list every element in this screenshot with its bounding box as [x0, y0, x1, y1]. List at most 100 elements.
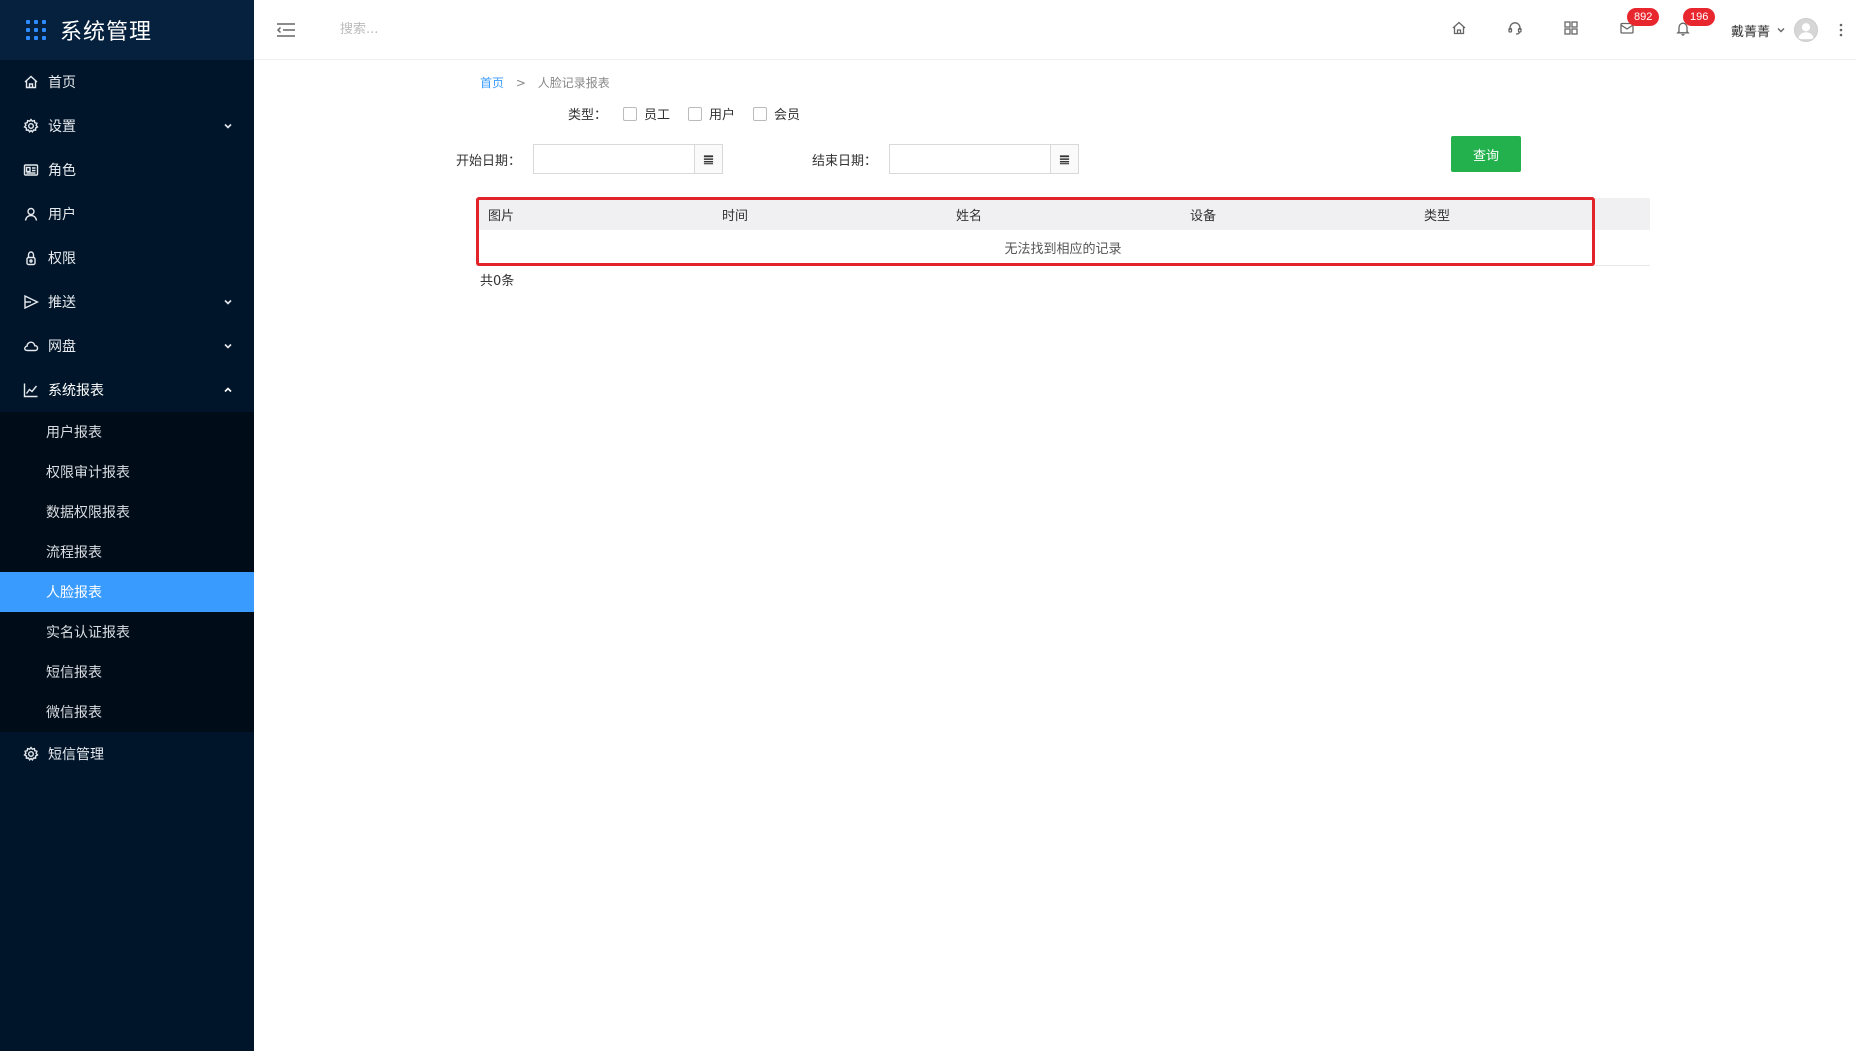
type-employee-checkbox[interactable]: 员工 — [623, 104, 670, 123]
sidebar-item-sms-management[interactable]: 短信管理 — [0, 732, 254, 776]
sidebar-subitem-face-report[interactable]: 人脸报表 — [0, 572, 254, 612]
chevron-down-icon — [222, 296, 234, 308]
column-header-type[interactable]: 类型 — [1412, 205, 1646, 224]
sidebar-item-users[interactable]: 用户 — [0, 192, 254, 236]
notifications-badge: 196 — [1682, 8, 1716, 26]
system-reports-submenu: 用户报表 权限审计报表 数据权限报表 流程报表 人脸报表 实名认证报表 短信报表… — [0, 412, 254, 732]
avatar[interactable] — [1794, 18, 1818, 42]
top-header: 892 196 戴菁菁 — [254, 0, 1856, 60]
home-icon — [22, 73, 40, 91]
type-member-checkbox[interactable]: 会员 — [753, 104, 800, 123]
sidebar-subitem-user-report[interactable]: 用户报表 — [0, 412, 254, 452]
lock-icon — [22, 249, 40, 267]
home-button[interactable] — [1431, 0, 1487, 60]
chevron-up-icon — [222, 384, 234, 396]
checkbox-label: 会员 — [774, 108, 801, 123]
sidebar-item-label: 用户 — [48, 207, 76, 223]
grid-icon — [1563, 20, 1579, 40]
checkbox-box[interactable] — [623, 106, 638, 121]
more-vertical-icon[interactable] — [1826, 0, 1856, 60]
menu-toggle-icon[interactable] — [276, 22, 296, 38]
type-user-checkbox[interactable]: 用户 — [688, 104, 735, 123]
send-icon — [22, 293, 40, 311]
checkbox-label: 员工 — [644, 108, 671, 123]
end-date-label: 结束日期： — [812, 153, 878, 169]
sidebar-subitem-data-permission-report[interactable]: 数据权限报表 — [0, 492, 254, 532]
column-header-time[interactable]: 时间 — [710, 205, 944, 224]
apps-button[interactable] — [1543, 0, 1599, 60]
search-input[interactable] — [340, 22, 540, 37]
chevron-down-icon — [222, 120, 234, 132]
sidebar-subitem-permission-audit-report[interactable]: 权限审计报表 — [0, 452, 254, 492]
checkbox-label: 用户 — [709, 108, 736, 123]
sidebar-item-permissions[interactable]: 权限 — [0, 236, 254, 280]
sidebar-item-netdisk[interactable]: 网盘 — [0, 324, 254, 368]
sidebar-subitem-sms-report[interactable]: 短信报表 — [0, 652, 254, 692]
home-icon — [1451, 20, 1467, 40]
sidebar-item-label: 设置 — [48, 119, 76, 135]
start-date-label: 开始日期： — [456, 153, 522, 169]
sidebar-item-label: 短信管理 — [48, 747, 104, 763]
sidebar-item-label: 推送 — [48, 295, 76, 311]
sidebar-subitem-workflow-report[interactable]: 流程报表 — [0, 532, 254, 572]
sidebar-item-system-reports[interactable]: 系统报表 — [0, 368, 254, 412]
calendar-icon[interactable] — [1050, 145, 1079, 173]
sidebar-item-label: 角色 — [48, 163, 76, 179]
breadcrumb-current: 人脸记录报表 — [537, 76, 610, 90]
sidebar-item-settings[interactable]: 设置 — [0, 104, 254, 148]
gear-icon — [22, 117, 40, 135]
end-date-field — [889, 144, 1080, 174]
sidebar-subitem-realname-report[interactable]: 实名认证报表 — [0, 612, 254, 652]
gear-icon — [22, 745, 40, 763]
messages-button[interactable]: 892 — [1599, 0, 1660, 60]
type-filter: 类型： 员工 用户 会员 — [568, 104, 818, 123]
sidebar-item-label: 首页 — [48, 75, 76, 91]
sidebar-item-roles[interactable]: 角色 — [0, 148, 254, 192]
user-name[interactable]: 戴菁菁 — [1731, 21, 1770, 40]
calendar-icon[interactable] — [694, 145, 723, 173]
column-header-image[interactable]: 图片 — [476, 205, 710, 224]
sidebar-item-label: 权限 — [48, 251, 76, 267]
end-date-filter: 结束日期： — [812, 144, 1080, 174]
sidebar-menu: 首页 设置 角色 用户 权限 推送 网盘 系统报表 — [0, 60, 254, 412]
sidebar-item-label: 系统报表 — [48, 383, 104, 399]
sidebar-item-push[interactable]: 推送 — [0, 280, 254, 324]
headset-icon — [1507, 20, 1523, 40]
chevron-down-icon[interactable] — [1776, 25, 1786, 35]
column-header-name[interactable]: 姓名 — [944, 205, 1178, 224]
table-header: 图片 时间 姓名 设备 类型 — [476, 198, 1650, 230]
sidebar-menu-bottom: 短信管理 — [0, 732, 254, 776]
sidebar-subitem-wechat-report[interactable]: 微信报表 — [0, 692, 254, 732]
main-content: 首页 > 人脸记录报表 类型： 员工 用户 会员 开始日期： 结束日期： 查询 … — [254, 60, 1856, 1051]
start-date-input[interactable] — [534, 145, 695, 173]
support-button[interactable] — [1487, 0, 1543, 60]
sidebar: 系统管理 首页 设置 角色 用户 权限 推送 网盘 系统报表 用户报表 权限审计… — [0, 0, 254, 1051]
breadcrumb: 首页 > 人脸记录报表 — [480, 74, 610, 91]
cloud-icon — [22, 337, 40, 355]
column-header-device[interactable]: 设备 — [1178, 205, 1412, 224]
breadcrumb-home[interactable]: 首页 — [480, 76, 504, 90]
id-card-icon — [22, 161, 40, 179]
notifications-button[interactable]: 196 — [1655, 0, 1716, 60]
sidebar-item-label: 网盘 — [48, 339, 76, 355]
chevron-down-icon — [222, 340, 234, 352]
checkbox-box[interactable] — [688, 106, 703, 121]
user-avatar-icon — [1798, 23, 1814, 40]
start-date-filter: 开始日期： — [456, 144, 724, 174]
apps-grid-icon — [26, 20, 46, 40]
start-date-field — [533, 144, 724, 174]
app-logo[interactable]: 系统管理 — [0, 0, 254, 60]
table-empty-message: 无法找到相应的记录 — [476, 230, 1650, 266]
query-button[interactable]: 查询 — [1451, 136, 1521, 172]
checkbox-box[interactable] — [753, 106, 768, 121]
total-count: 共0条 — [480, 274, 515, 289]
app-title: 系统管理 — [60, 20, 153, 45]
header-actions: 892 196 戴菁菁 — [1431, 0, 1856, 60]
type-label: 类型： — [568, 108, 608, 123]
user-icon — [22, 205, 40, 223]
line-chart-icon — [22, 381, 40, 399]
sidebar-item-home[interactable]: 首页 — [0, 60, 254, 104]
face-records-table: 图片 时间 姓名 设备 类型 无法找到相应的记录 — [476, 198, 1650, 266]
breadcrumb-separator: > — [515, 76, 526, 90]
end-date-input[interactable] — [890, 145, 1051, 173]
